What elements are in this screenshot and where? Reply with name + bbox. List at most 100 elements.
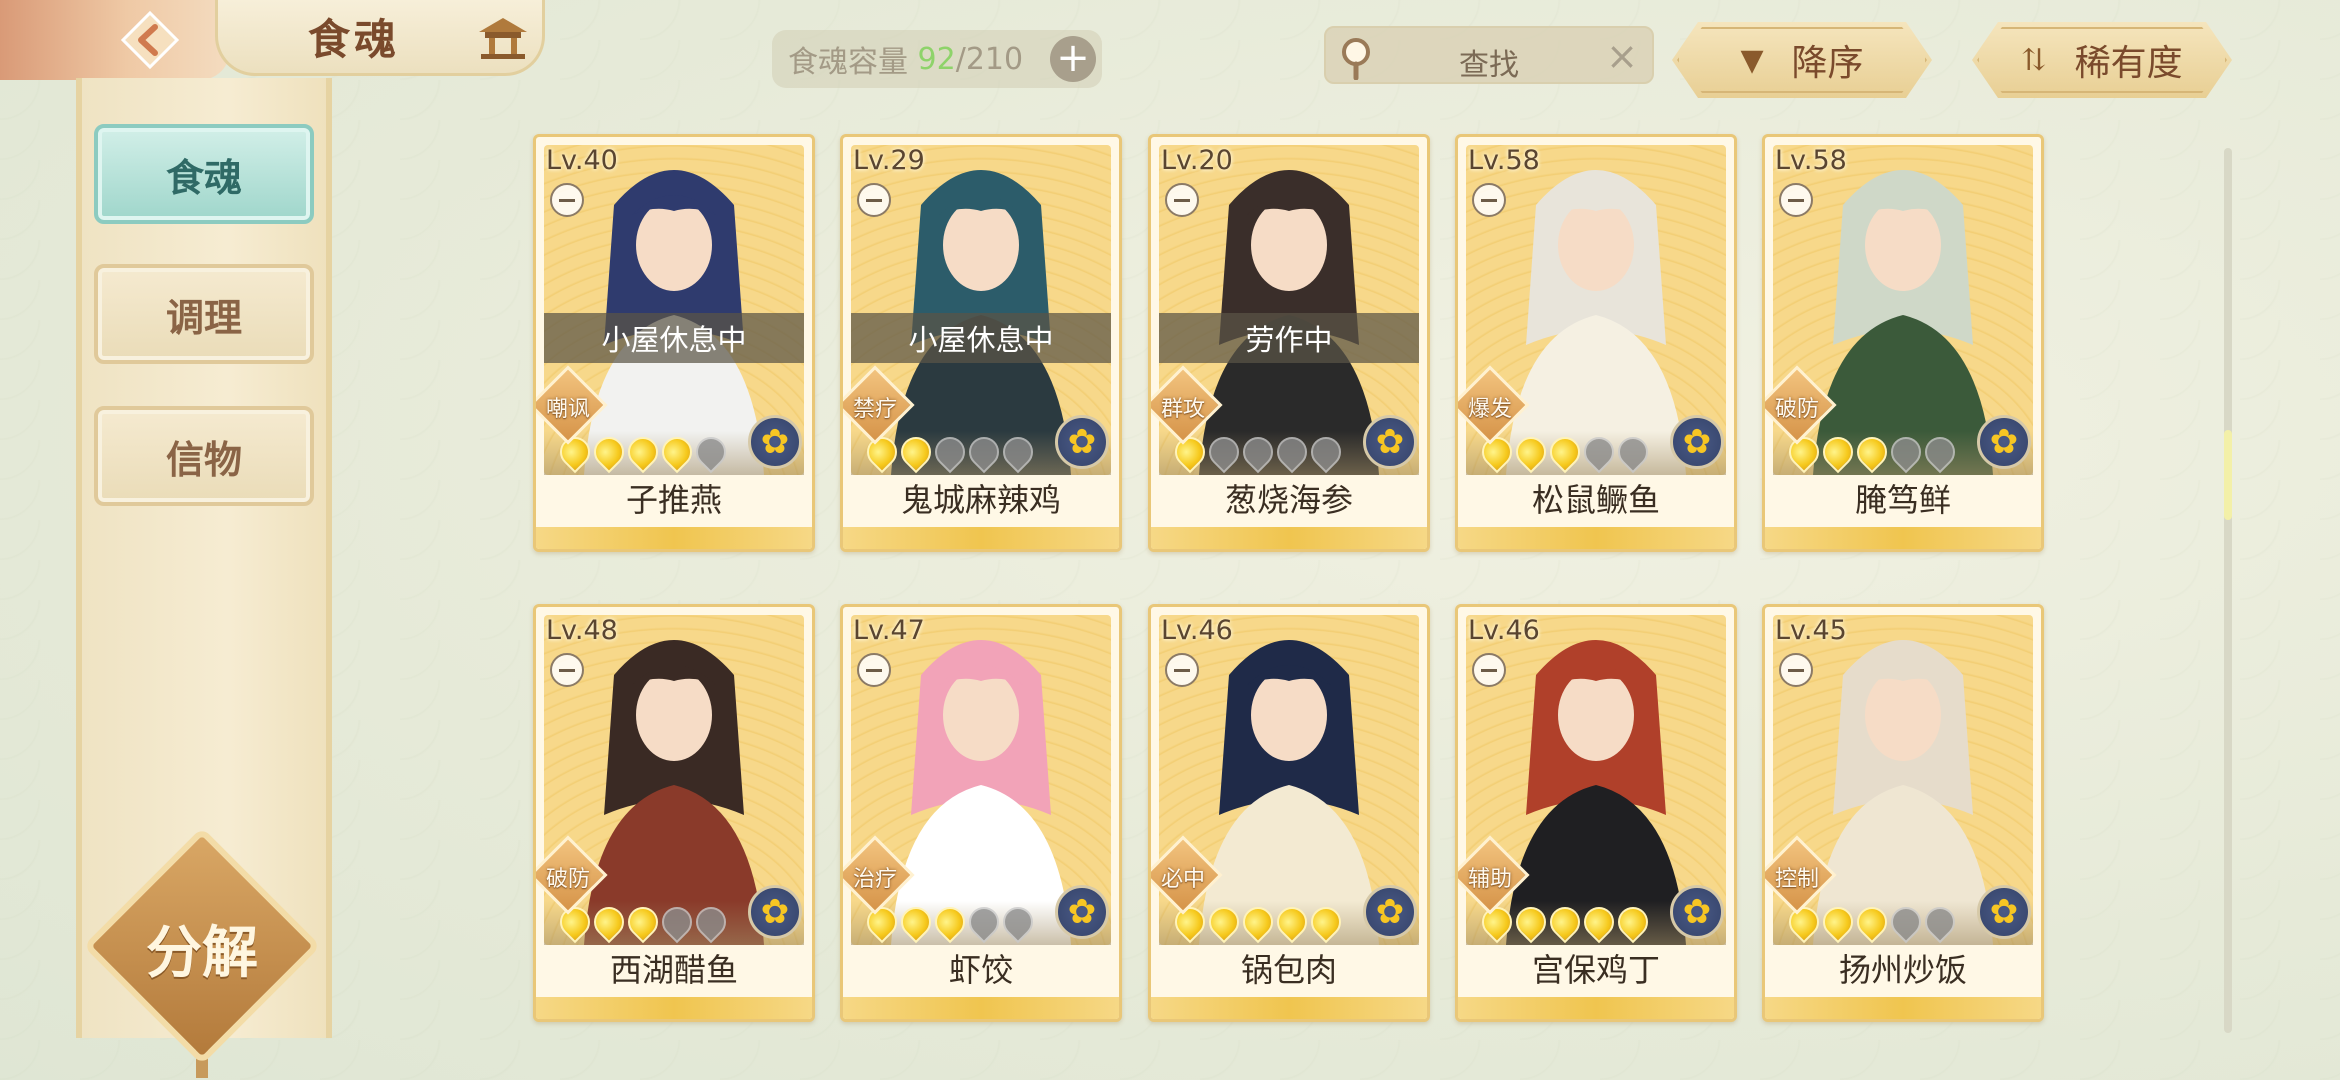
food-soul-card[interactable]: Lv.58 爆发 ✿ 松鼠鳜鱼 (1455, 134, 1737, 552)
card-footer (1151, 527, 1427, 549)
role-label: 破防 (545, 867, 590, 892)
bowl-icon (1472, 183, 1506, 217)
capacity-add-button[interactable]: + (1050, 36, 1096, 82)
bowl-icon (857, 183, 891, 217)
food-soul-name: 西湖醋鱼 (609, 951, 738, 989)
level-label: Lv.58 (1775, 145, 1847, 176)
capacity-max: /210 (955, 41, 1024, 77)
food-soul-name: 葱烧海参 (1224, 481, 1353, 519)
bowl-icon (1472, 653, 1506, 687)
food-soul-card[interactable]: Lv.46 必中 ✿ 锅包肉 (1148, 604, 1430, 1022)
search-input[interactable]: 查找 (1326, 40, 1652, 84)
level-label: Lv.40 (546, 145, 618, 176)
food-soul-card[interactable]: Lv.20 劳作中群攻 ✿ 葱烧海参 (1148, 134, 1430, 552)
sort-key-label: 稀有度 (2074, 43, 2183, 84)
capacity-label: 食魂容量 (788, 45, 908, 80)
role-label: 治疗 (852, 867, 897, 892)
food-soul-name: 腌笃鲜 (1854, 481, 1951, 519)
swap-arrows-icon: ⇅ (2021, 42, 2047, 78)
food-soul-card[interactable]: Lv.58 破防 ✿ 腌笃鲜 (1762, 134, 2044, 552)
level-label: Lv.46 (1468, 615, 1540, 646)
level-label: Lv.58 (1468, 145, 1540, 176)
level-label: Lv.48 (546, 615, 618, 646)
food-soul-name: 子推燕 (625, 481, 722, 519)
capacity-indicator: 食魂容量 92 /210 + (772, 30, 1102, 88)
level-label: Lv.20 (1161, 145, 1233, 176)
card-footer (1458, 997, 1734, 1019)
flower-icon: ✿ (1977, 885, 2031, 939)
bowl-icon (1165, 183, 1199, 217)
search-box[interactable]: 查找 × (1324, 26, 1654, 84)
tab-label: 调理 (165, 294, 242, 340)
role-label: 控制 (1774, 867, 1819, 892)
food-soul-name: 鬼城麻辣鸡 (900, 481, 1061, 519)
flower-icon: ✿ (1055, 885, 1109, 939)
bowl-icon (550, 183, 584, 217)
bowl-icon (857, 653, 891, 687)
card-footer (1151, 997, 1427, 1019)
role-label: 群攻 (1160, 397, 1205, 422)
back-button[interactable] (110, 8, 190, 72)
bowl-icon (1779, 183, 1813, 217)
card-footer (1458, 527, 1734, 549)
role-label: 必中 (1160, 867, 1205, 892)
food-soul-card[interactable]: Lv.29 小屋休息中禁疗 ✿ 鬼城麻辣鸡 (840, 134, 1122, 552)
sort-order-button[interactable]: ▼ 降序 (1672, 22, 1932, 98)
bowl-icon (550, 653, 584, 687)
search-clear-button[interactable]: × (1606, 34, 1638, 78)
back-arrow-icon (120, 10, 180, 70)
food-soul-name: 松鼠鳜鱼 (1531, 481, 1660, 519)
card-footer (536, 997, 812, 1019)
sort-order-label: 降序 (1791, 43, 1864, 84)
food-soul-card[interactable]: Lv.45 控制 ✿ 扬州炒饭 (1762, 604, 2044, 1022)
role-label: 禁疗 (852, 397, 897, 422)
status-banner: 小屋休息中 (544, 313, 804, 363)
food-soul-card[interactable]: Lv.47 治疗 ✿ 虾饺 (840, 604, 1122, 1022)
card-footer (843, 997, 1119, 1019)
food-soul-card[interactable]: Lv.40 小屋休息中嘲讽 ✿ 子推燕 (533, 134, 815, 552)
bowl-icon (1779, 653, 1813, 687)
level-label: Lv.47 (853, 615, 925, 646)
bowl-icon (1165, 653, 1199, 687)
capacity-current: 92 (917, 41, 956, 77)
food-soul-name: 虾饺 (948, 951, 1013, 989)
flower-icon: ✿ (748, 885, 802, 939)
tab-label: 食魂 (165, 154, 242, 200)
tab-label: 信物 (165, 436, 242, 482)
role-label: 嘲讽 (545, 397, 590, 422)
flower-icon: ✿ (1670, 885, 1724, 939)
food-soul-card[interactable]: Lv.46 辅助 ✿ 宫保鸡丁 (1455, 604, 1737, 1022)
status-banner: 小屋休息中 (851, 313, 1111, 363)
role-label: 辅助 (1467, 867, 1512, 892)
flower-icon: ✿ (1363, 415, 1417, 469)
decompose-label[interactable]: 分解 (118, 908, 286, 989)
flower-icon: ✿ (1055, 415, 1109, 469)
role-label: 破防 (1774, 397, 1819, 422)
card-footer (1765, 527, 2041, 549)
food-soul-name: 锅包肉 (1240, 951, 1337, 989)
flower-icon: ✿ (748, 415, 802, 469)
level-label: Lv.46 (1161, 615, 1233, 646)
role-label: 爆发 (1467, 397, 1512, 422)
card-footer (843, 527, 1119, 549)
sort-key-button[interactable]: ⇅ 稀有度 (1972, 22, 2232, 98)
status-banner: 劳作中 (1159, 313, 1419, 363)
flower-icon: ✿ (1670, 415, 1724, 469)
tab-conditioning[interactable]: 调理 (94, 264, 314, 364)
flower-icon: ✿ (1363, 885, 1417, 939)
triangle-down-icon: ▼ (1740, 42, 1764, 78)
level-label: Lv.29 (853, 145, 925, 176)
tab-food-souls[interactable]: 食魂 (94, 124, 314, 224)
card-footer (536, 527, 812, 549)
tab-tokens[interactable]: 信物 (94, 406, 314, 506)
pavilion-icon[interactable] (475, 14, 531, 60)
food-soul-name: 扬州炒饭 (1838, 951, 1967, 989)
level-label: Lv.45 (1775, 615, 1847, 646)
card-footer (1765, 997, 2041, 1019)
page-title: 食魂 (308, 15, 401, 64)
food-soul-name: 宫保鸡丁 (1531, 951, 1660, 989)
flower-icon: ✿ (1977, 415, 2031, 469)
scrollbar-thumb[interactable] (2224, 430, 2232, 520)
scrollbar-track[interactable] (2224, 148, 2232, 1033)
food-soul-card[interactable]: Lv.48 破防 ✿ 西湖醋鱼 (533, 604, 815, 1022)
